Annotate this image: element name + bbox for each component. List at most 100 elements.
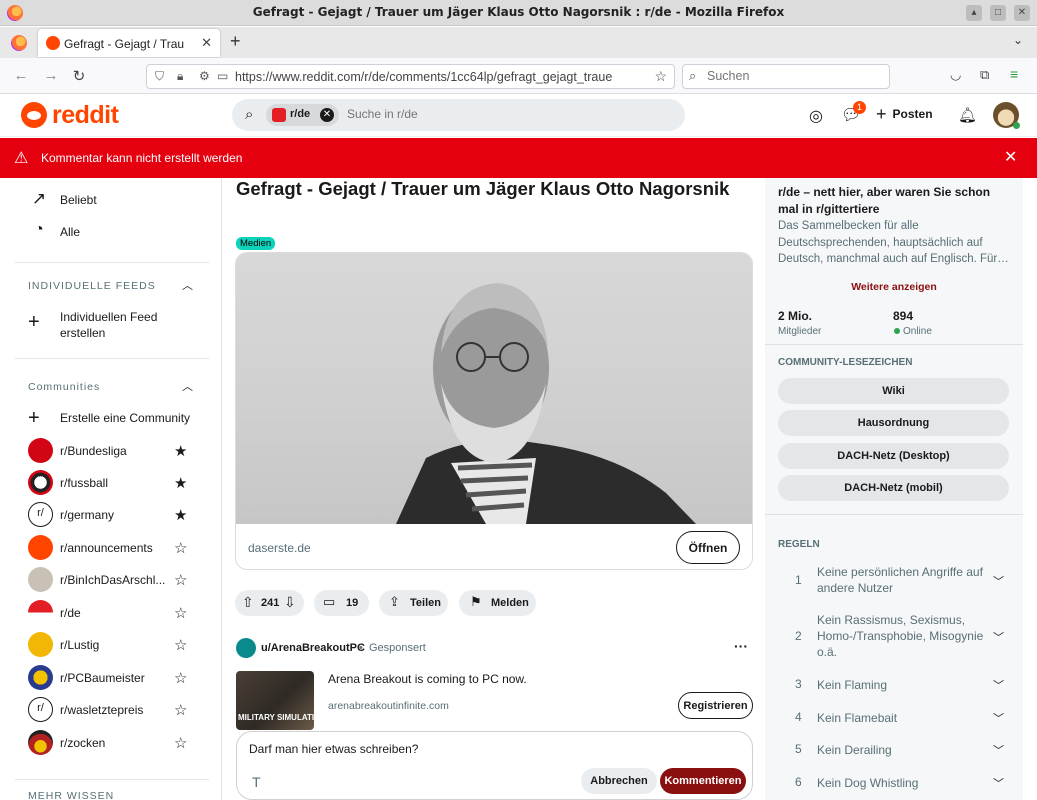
reddit-wordmark[interactable]: reddit [52, 101, 119, 130]
tab-active[interactable]: Gefragt - Gejagt / Trau ✕ [38, 29, 220, 57]
comment-input[interactable] [249, 742, 729, 762]
shield-icon[interactable]: ⛉ [155, 69, 164, 84]
community-item[interactable]: r/r/germany ★ [28, 501, 208, 529]
chevron-down-icon[interactable]: ﹀ [993, 629, 1004, 645]
favorite-star-empty-icon[interactable]: ☆ [174, 636, 187, 654]
favorite-star-empty-icon[interactable]: ☆ [174, 571, 187, 589]
rule-item[interactable]: 1 Keine persönlichen Angriffe auf andere… [778, 564, 1010, 600]
list-all-tabs-icon[interactable]: ⌄ [1013, 33, 1023, 47]
forward-button[interactable]: → [42, 67, 60, 84]
report-button[interactable]: ⚑ Melden [459, 590, 536, 616]
custom-feeds-heading[interactable]: INDIVIDUELLE FEEDS [28, 280, 156, 292]
remove-chip-icon[interactable]: ✕ [320, 108, 334, 122]
nav-all[interactable]: ◔ Alle [28, 218, 208, 246]
favorite-star-filled-icon[interactable]: ★ [174, 506, 187, 524]
community-item[interactable]: r/de ☆ [28, 599, 208, 627]
community-item[interactable]: r/zocken ☆ [28, 729, 208, 757]
nav-popular[interactable]: ↗ Beliebt [28, 186, 208, 214]
reddit-search-bar[interactable]: ⌕ r/de ✕ [232, 99, 685, 131]
register-button[interactable]: Registrieren [678, 692, 753, 719]
bookmark-dach-mobil[interactable]: DACH-Netz (mobil) [778, 475, 1009, 501]
firefox-view-icon[interactable] [11, 35, 27, 51]
permissions-icon[interactable]: ⚙ [199, 69, 210, 83]
post-flair[interactable]: Medien [236, 237, 276, 250]
reload-button[interactable]: ↻ [70, 67, 88, 85]
collapse-communities-icon[interactable]: ︿ [182, 378, 193, 394]
extensions-icon[interactable]: ⧉ [980, 67, 989, 83]
browser-search-input[interactable] [707, 69, 877, 83]
rule-item[interactable]: 6 Kein Dog Whistling ﹀ [778, 775, 1010, 795]
notifications-bell-icon[interactable]: 🔔︎ [958, 106, 977, 124]
share-button[interactable]: ⇪ Teilen [379, 590, 448, 616]
rule-item[interactable]: 2 Kein Rassismus, Sexismus, Homo-/Transp… [778, 612, 1010, 662]
upvote-icon[interactable]: ⇧ [242, 594, 254, 611]
communities-heading[interactable]: Communities [28, 381, 100, 393]
chevron-down-icon[interactable]: ﹀ [993, 775, 1004, 791]
maximize-window-button[interactable]: □ [990, 5, 1006, 21]
community-item[interactable]: r/fussball ★ [28, 469, 208, 497]
bookmark-hausordnung[interactable]: Hausordnung [778, 410, 1009, 436]
comments-button[interactable]: ▭ 19 [314, 590, 369, 616]
favorite-star-empty-icon[interactable]: ☆ [174, 669, 187, 687]
link-preview-card[interactable]: daserste.de Öffnen [235, 252, 753, 570]
bookmark-star-icon[interactable]: ☆ [654, 68, 667, 85]
back-button[interactable]: ← [12, 67, 30, 84]
minimize-window-button[interactable]: ▴ [966, 5, 982, 21]
rule-item[interactable]: 3 Kein Flaming ﹀ [778, 677, 1010, 697]
chevron-down-icon[interactable]: ﹀ [993, 710, 1004, 726]
create-custom-feed[interactable]: + Individuellen Feed erstellen [28, 308, 208, 344]
cancel-button[interactable]: Abbrechen [581, 768, 657, 794]
advertise-icon[interactable]: ◎ [809, 106, 823, 126]
create-post-button[interactable]: + Posten [876, 105, 933, 123]
close-banner-icon[interactable]: ✕ [1004, 147, 1017, 167]
community-item[interactable]: r/Bundesliga ★ [28, 437, 208, 465]
menu-icon[interactable]: ≡ [1010, 66, 1018, 82]
ad-avatar[interactable] [236, 638, 256, 658]
ad-domain[interactable]: arenabreakoutinfinite.com [328, 700, 449, 712]
close-window-button[interactable]: ✕ [1014, 5, 1030, 21]
post-thumbnail-image[interactable] [236, 253, 752, 524]
pocket-icon[interactable]: ◡ [950, 67, 961, 83]
reddit-search-input[interactable] [347, 107, 647, 121]
chevron-down-icon[interactable]: ﹀ [993, 677, 1004, 693]
more-options-icon[interactable]: ··· [734, 638, 748, 654]
url-bar[interactable]: ⛉ 🔒︎ ⚙ ▭ https://www.reddit.com/r/de/com… [146, 64, 675, 89]
community-item[interactable]: r/Lustig ☆ [28, 631, 208, 659]
browser-search-bar[interactable]: ⌕ [682, 64, 890, 89]
show-more-link[interactable]: Weitere anzeigen [765, 281, 1023, 293]
url-text[interactable]: https://www.reddit.com/r/de/comments/1cc… [235, 70, 645, 84]
favorite-star-empty-icon[interactable]: ☆ [174, 701, 187, 719]
community-item[interactable]: r/r/wasletztepreis ☆ [28, 696, 208, 724]
more-info-heading[interactable]: MEHR WISSEN [28, 790, 114, 800]
chevron-down-icon[interactable]: ﹀ [993, 573, 1004, 589]
downvote-icon[interactable]: ⇩ [284, 594, 296, 611]
lock-icon[interactable]: 🔒︎ [177, 69, 183, 84]
ad-username[interactable]: u/ArenaBreakoutPC [261, 642, 365, 654]
reddit-logo-icon[interactable] [21, 102, 47, 128]
subreddit-search-chip[interactable]: r/de ✕ [266, 104, 339, 126]
new-tab-button[interactable]: + [230, 31, 241, 52]
open-link-button[interactable]: Öffnen [676, 531, 740, 564]
ad-text[interactable]: Arena Breakout is coming to PC now. [328, 672, 527, 686]
create-community[interactable]: + Erstelle eine Community [28, 404, 208, 432]
favorite-star-filled-icon[interactable]: ★ [174, 474, 187, 492]
favorite-star-empty-icon[interactable]: ☆ [174, 604, 187, 622]
close-tab-icon[interactable]: ✕ [201, 35, 212, 51]
link-domain[interactable]: daserste.de [248, 541, 311, 555]
rule-item[interactable]: 4 Kein Flamebait ﹀ [778, 710, 1010, 730]
collapse-feeds-icon[interactable]: ︿ [182, 277, 193, 293]
community-item[interactable]: r/PCBaumeister ☆ [28, 664, 208, 692]
chevron-down-icon[interactable]: ﹀ [993, 742, 1004, 758]
bookmark-wiki[interactable]: Wiki [778, 378, 1009, 404]
ad-thumbnail-image[interactable]: MILITARY SIMULATION [236, 671, 314, 730]
favorite-star-empty-icon[interactable]: ☆ [174, 539, 187, 557]
bookmark-dach-desktop[interactable]: DACH-Netz (Desktop) [778, 443, 1009, 469]
favorite-star-empty-icon[interactable]: ☆ [174, 734, 187, 752]
tracking-icon[interactable]: ▭ [217, 69, 228, 83]
favorite-star-filled-icon[interactable]: ★ [174, 442, 187, 460]
community-item[interactable]: r/announcements ☆ [28, 534, 208, 562]
rule-item[interactable]: 5 Kein Derailing ﹀ [778, 742, 1010, 762]
submit-comment-button[interactable]: Kommentieren [660, 768, 746, 794]
formatting-toggle-icon[interactable]: T [252, 774, 261, 790]
community-item[interactable]: r/BinIchDasArschl... ☆ [28, 566, 208, 594]
